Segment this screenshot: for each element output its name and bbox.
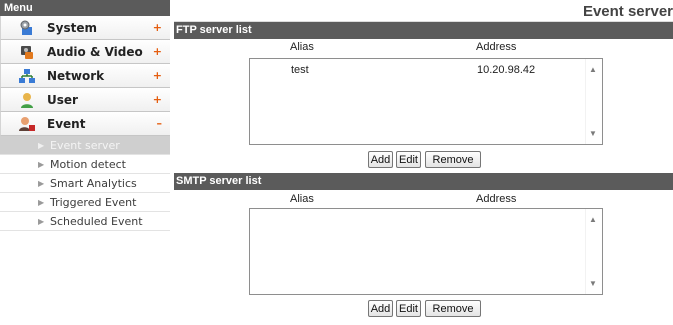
ftp-edit-button[interactable]: Edit [396,151,421,168]
submenu-triggered-event[interactable]: ▶ Triggered Event [0,193,170,212]
sidebar: Menu System + Audio & Video + Network + … [0,0,170,325]
scrollbar[interactable]: ▲ ▼ [585,59,602,144]
arrow-right-icon: ▶ [38,141,45,150]
ftp-remove-button[interactable]: Remove [425,151,481,168]
scrollbar[interactable]: ▲ ▼ [585,209,602,294]
main-content: Event server FTP server list Alias Addre… [174,0,673,325]
submenu-label: Smart Analytics [50,177,137,190]
smtp-add-button[interactable]: Add [368,300,393,317]
submenu-event-server[interactable]: ▶ Event server [0,136,170,155]
ftp-alias-header: Alias [290,41,314,53]
ftp-address-header: Address [476,41,517,53]
page-title: Event server [174,0,673,22]
expand-icon[interactable]: + [153,88,162,112]
user-icon [19,92,35,108]
arrow-right-icon: ▶ [38,179,45,188]
submenu-label: Triggered Event [50,196,137,209]
submenu-label: Event server [50,139,120,152]
expand-icon[interactable]: + [153,16,162,40]
submenu-label: Motion detect [50,158,126,171]
menu-audio-video[interactable]: Audio & Video + [0,40,170,64]
ftp-add-button[interactable]: Add [368,151,393,168]
menu-user-label: User [47,93,78,107]
submenu-scheduled-event[interactable]: ▶ Scheduled Event [0,212,170,231]
submenu-motion-detect[interactable]: ▶ Motion detect [0,155,170,174]
scroll-down-icon[interactable]: ▼ [589,280,597,288]
smtp-section-header: SMTP server list [174,173,673,190]
scroll-up-icon[interactable]: ▲ [589,66,597,74]
submenu-smart-analytics[interactable]: ▶ Smart Analytics [0,174,170,193]
smtp-server-list[interactable]: ▲ ▼ [249,208,603,295]
audio-video-icon [19,44,35,60]
arrow-right-icon: ▶ [38,198,45,207]
event-icon [19,116,35,132]
scroll-up-icon[interactable]: ▲ [589,216,597,224]
ftp-button-row: Add Edit Remove [174,151,673,169]
ftp-address-cell: 10.20.98.42 [477,64,536,76]
menu-header: Menu [0,0,170,16]
menu-system[interactable]: System + [0,16,170,40]
collapse-icon[interactable]: – [157,112,163,136]
smtp-alias-header: Alias [290,193,314,205]
expand-icon[interactable]: + [153,64,162,88]
submenu-label: Scheduled Event [50,215,143,228]
menu-user[interactable]: User + [0,88,170,112]
gear-icon [19,20,35,36]
scroll-down-icon[interactable]: ▼ [589,130,597,138]
menu-audio-video-label: Audio & Video [47,45,143,59]
menu-event-label: Event [47,117,86,131]
ftp-section-header: FTP server list [174,22,673,39]
smtp-address-header: Address [476,193,517,205]
menu-network[interactable]: Network + [0,64,170,88]
smtp-remove-button[interactable]: Remove [425,300,481,317]
ftp-column-headers: Alias Address [174,39,673,54]
arrow-right-icon: ▶ [38,217,45,226]
menu-event[interactable]: Event – [0,112,170,136]
menu-system-label: System [47,21,97,35]
expand-icon[interactable]: + [153,40,162,64]
network-icon [19,68,35,84]
smtp-edit-button[interactable]: Edit [396,300,421,317]
smtp-column-headers: Alias Address [174,191,673,206]
ftp-alias-cell: test [291,64,309,76]
smtp-button-row: Add Edit Remove [174,300,673,318]
ftp-server-list[interactable]: test 10.20.98.42 ▲ ▼ [249,58,603,145]
menu-network-label: Network [47,69,105,83]
arrow-right-icon: ▶ [38,160,45,169]
